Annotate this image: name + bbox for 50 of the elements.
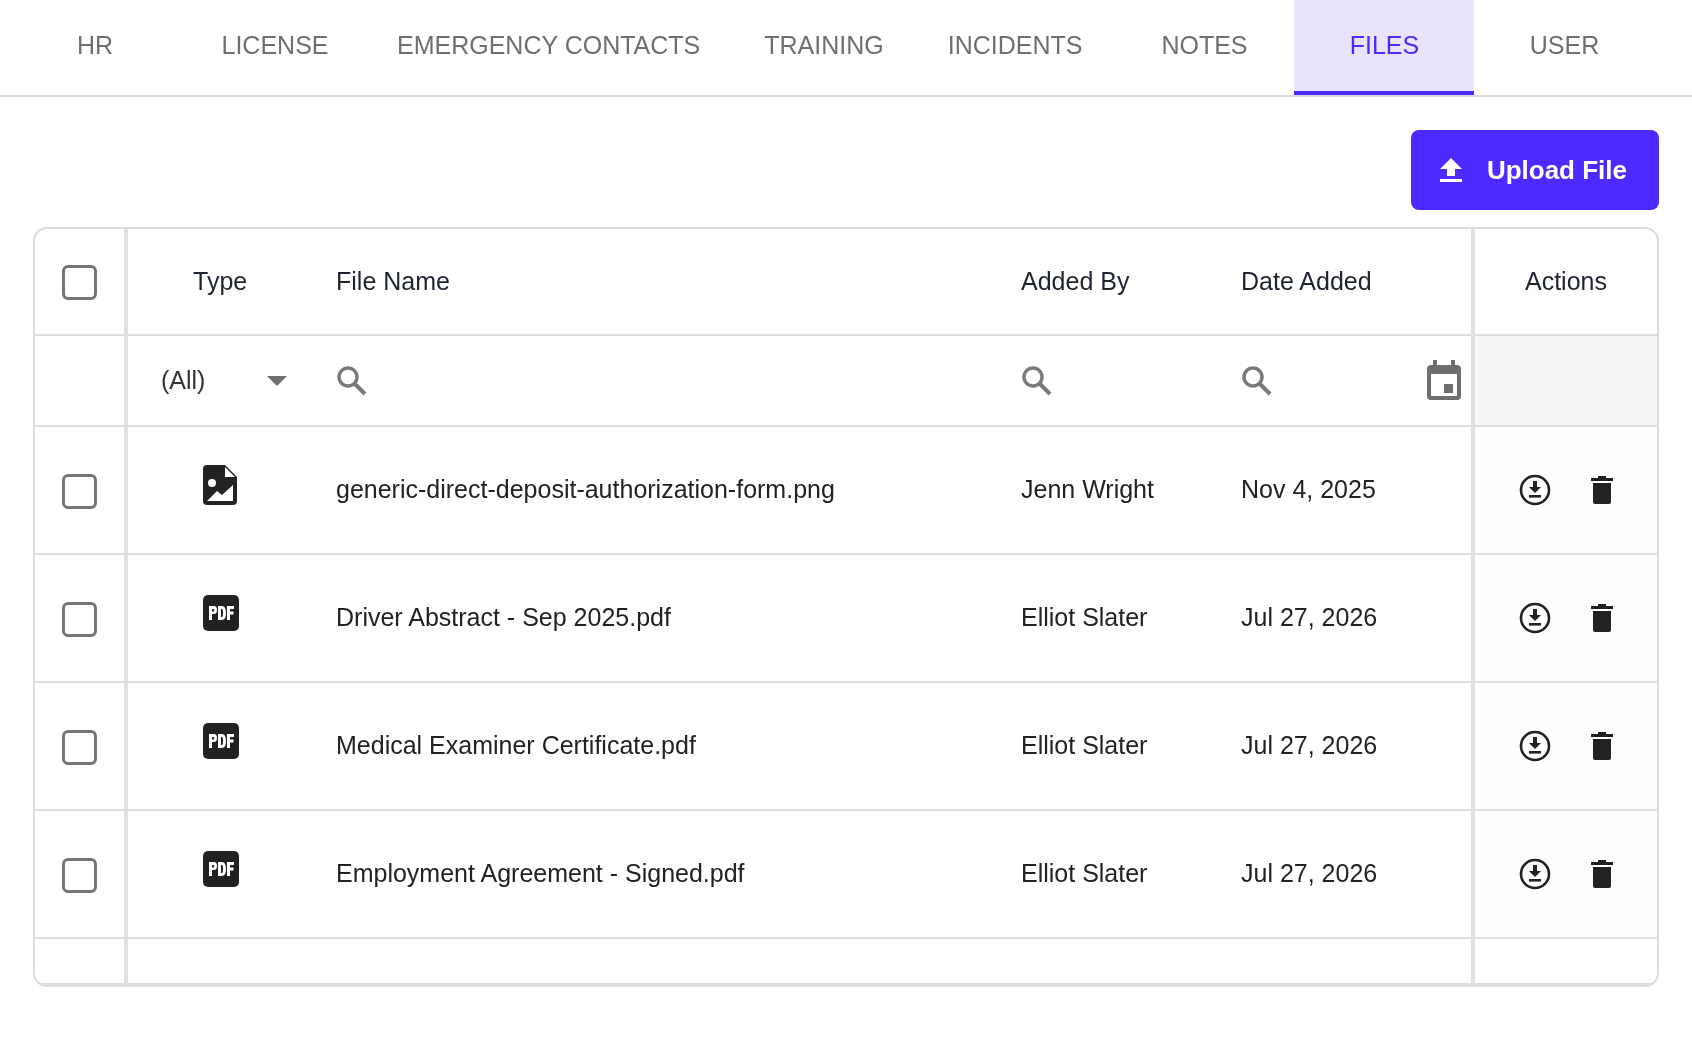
download-icon[interactable] [1519, 602, 1551, 634]
search-icon [336, 364, 368, 397]
column-header[interactable]: Date Added [1241, 266, 1372, 295]
search-icon [1021, 364, 1053, 397]
image-file-icon [203, 464, 237, 505]
file-name-cell: generic-direct-deposit-authorization-form.png [336, 475, 835, 504]
calendar-icon[interactable] [1425, 359, 1463, 402]
checkbox[interactable] [62, 729, 97, 765]
column-header[interactable]: Added By [1021, 266, 1130, 295]
file-name-cell: Employment Agreement - Signed.pdf [336, 859, 745, 888]
date-cell: Jul 27, 2026 [1241, 731, 1378, 760]
date-cell: Jul 27, 2026 [1241, 603, 1378, 632]
checkbox[interactable] [62, 473, 97, 509]
column-header[interactable]: File Name [336, 266, 450, 295]
tab[interactable]: LICENSE [185, 0, 365, 95]
tab[interactable]: USER [1474, 0, 1655, 95]
checkbox[interactable] [62, 265, 97, 301]
column-header[interactable]: Actions [1525, 266, 1607, 295]
trash-icon[interactable] [1591, 476, 1613, 504]
download-icon[interactable] [1519, 858, 1551, 890]
upload-icon [1438, 157, 1463, 183]
tab[interactable]: NOTES [1114, 0, 1295, 95]
type-dropdown[interactable]: (All) [161, 361, 288, 400]
tab[interactable]: HR [5, 0, 185, 95]
trash-icon[interactable] [1591, 732, 1613, 760]
tab[interactable]: TRAINING [732, 0, 916, 95]
checkbox[interactable] [62, 601, 97, 637]
pdf-file-icon [203, 722, 239, 759]
date-cell: Nov 4, 2025 [1241, 475, 1376, 504]
trash-icon[interactable] [1591, 604, 1613, 632]
pdf-file-icon [203, 850, 239, 887]
added-by-cell: Elliot Slater [1021, 859, 1148, 888]
file-name-cell: Medical Examiner Certificate.pdf [336, 731, 696, 760]
upload-button[interactable]: Upload File [1410, 130, 1659, 210]
caret-icon [267, 375, 288, 386]
tab[interactable]: INCIDENTS [915, 0, 1115, 95]
download-icon[interactable] [1519, 730, 1551, 762]
tab[interactable]: FILES [1294, 0, 1475, 95]
added-by-cell: Elliot Slater [1021, 603, 1148, 632]
file-name-cell: Driver Abstract - Sep 2025.pdf [336, 603, 671, 632]
download-icon[interactable] [1519, 474, 1551, 506]
added-by-cell: Jenn Wright [1021, 475, 1154, 504]
column-header[interactable]: Type [193, 266, 248, 295]
search-icon [1241, 364, 1273, 397]
checkbox[interactable] [62, 857, 97, 893]
added-by-cell: Elliot Slater [1021, 731, 1148, 760]
tab[interactable]: EMERGENCY CONTACTS [365, 0, 733, 95]
date-cell: Jul 27, 2026 [1241, 859, 1378, 888]
pdf-file-icon [203, 594, 239, 631]
trash-icon[interactable] [1591, 860, 1613, 888]
